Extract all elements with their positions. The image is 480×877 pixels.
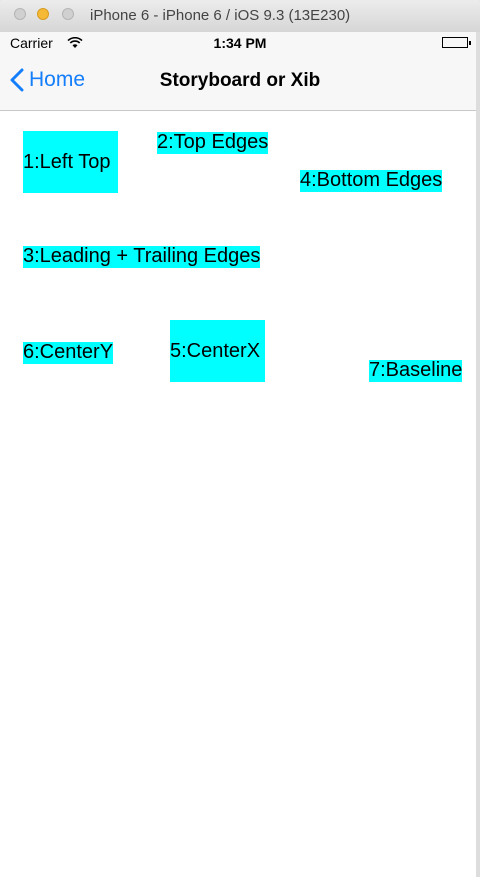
window-edge bbox=[476, 32, 480, 877]
window-titlebar: iPhone 6 - iPhone 6 / iOS 9.3 (13E230) bbox=[0, 0, 480, 33]
simulator-window: iPhone 6 - iPhone 6 / iOS 9.3 (13E230) C… bbox=[0, 0, 480, 877]
battery-icon bbox=[442, 37, 471, 48]
clock: 1:34 PM bbox=[213, 35, 267, 51]
label-left-top: 1:Left Top bbox=[23, 131, 118, 193]
close-window-button[interactable] bbox=[14, 8, 26, 20]
window-title: iPhone 6 - iPhone 6 / iOS 9.3 (13E230) bbox=[90, 7, 351, 24]
status-bar: Carrier 1:34 PM bbox=[0, 32, 480, 54]
label-baseline: 7:Baseline bbox=[369, 359, 463, 382]
page-title: Storyboard or Xib bbox=[159, 70, 321, 91]
label-center-y: 6:CenterY bbox=[23, 341, 114, 364]
label-bottom-edges: 4:Bottom Edges bbox=[300, 169, 443, 192]
zoom-window-button[interactable] bbox=[62, 8, 74, 20]
content-view: 1:Left Top 2:Top Edges 4:Bottom Edges 3:… bbox=[0, 111, 480, 877]
navigation-bar: Home Storyboard or Xib bbox=[0, 54, 480, 111]
label-center-x: 5:CenterX bbox=[170, 320, 265, 382]
minimize-window-button[interactable] bbox=[37, 8, 49, 20]
label-leading-trailing-edges: 3:Leading + Trailing Edges bbox=[23, 245, 261, 268]
label-top-edges: 2:Top Edges bbox=[157, 131, 269, 154]
